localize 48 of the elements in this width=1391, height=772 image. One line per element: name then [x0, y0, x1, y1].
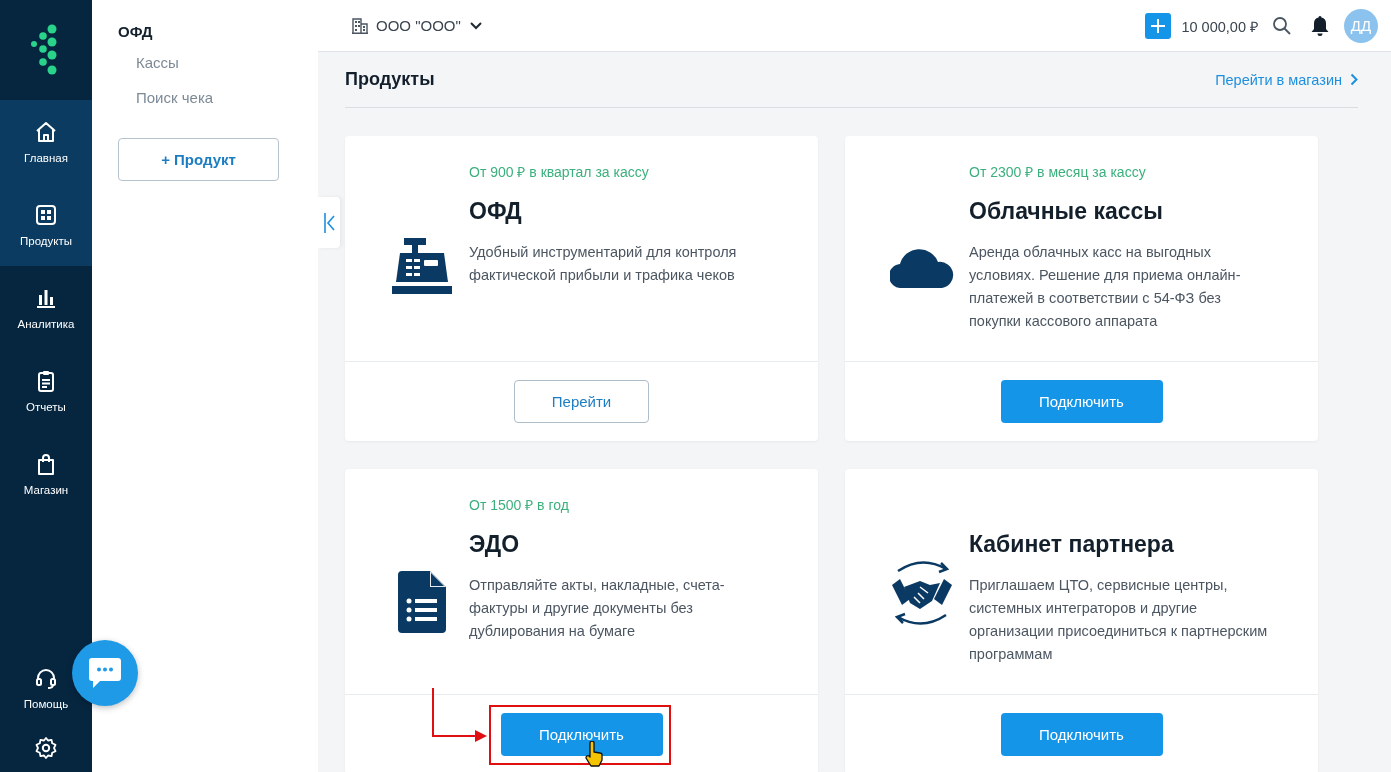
card-title: Облачные кассы: [969, 198, 1164, 225]
home-icon: [34, 119, 58, 144]
card-description: Удобный инструментарий для контроля фактической прибыли и трафика чеков: [469, 243, 738, 285]
card-description: Отправляйте акты, накладные, счета-фактуры и другие документы без дублирования на бумаге: [469, 576, 726, 641]
nav-item[interactable]: Отчеты: [0, 349, 92, 432]
headset-icon: [34, 666, 58, 690]
nav-item[interactable]: Продукты: [0, 183, 92, 266]
hand-cursor-icon: [584, 741, 604, 767]
nav-item[interactable]: Магазин: [0, 432, 92, 515]
collapse-sidebar-tab[interactable]: [318, 197, 340, 248]
card-title: ЭДО: [469, 531, 521, 558]
cloud-icon: [890, 246, 954, 288]
building-icon: [352, 17, 368, 34]
section-title: ОФД: [118, 23, 154, 40]
chevron-right-icon: [1350, 73, 1358, 86]
settings-icon[interactable]: [34, 736, 58, 760]
connect-button[interactable]: Подключить: [1000, 380, 1163, 423]
add-product-button[interactable]: + Продукт: [118, 138, 279, 181]
cash-register-icon: [392, 238, 452, 294]
price-label: От 2300 ₽ в месяц за кассу: [969, 163, 1147, 180]
chevron-down-icon: [468, 20, 483, 31]
company-name: ООО "ООО": [376, 17, 461, 34]
nav-item[interactable]: Главная: [0, 100, 92, 183]
search-icon[interactable]: [1272, 15, 1292, 36]
company-selector[interactable]: ООО "ООО": [348, 13, 487, 38]
document-icon: [398, 571, 446, 633]
sidebar-link[interactable]: Поиск чека: [136, 89, 292, 106]
top-up-button[interactable]: [1145, 12, 1172, 39]
nav-item[interactable]: Помощь: [23, 666, 69, 736]
card-title: ОФД: [469, 198, 523, 225]
connect-button[interactable]: Подключить: [500, 713, 663, 756]
collapse-icon: [323, 211, 335, 234]
price-label: От 1500 ₽ в год: [469, 496, 570, 513]
connect-button[interactable]: Подключить: [1000, 713, 1163, 756]
card-title: Кабинет партнера: [969, 531, 1175, 558]
grid-icon: [34, 202, 58, 227]
sidebar-link[interactable]: Кассы: [136, 54, 292, 71]
page-title: Продукты: [345, 69, 435, 90]
plus-icon: [1151, 18, 1166, 33]
go-button[interactable]: Перейти: [514, 380, 649, 423]
balance-amount: 10 000,00 ₽: [1181, 17, 1258, 36]
nav-item[interactable]: Аналитика: [0, 266, 92, 349]
price-label: От 900 ₽ в квартал за кассу: [469, 163, 650, 180]
store-link[interactable]: Перейти в магазин: [1215, 71, 1358, 88]
bell-icon[interactable]: [1310, 14, 1330, 37]
card-description: Приглашаем ЦТО, сервисные центры, системных интеграторов и другие организации присоединиться к партнерским программам: [969, 576, 1269, 664]
chat-bubble-icon: [88, 657, 122, 689]
card-description: Аренда облачных касс на выгодных условиях. Решение для приема онлайн-платежей в соответствии с 54-ФЗ без покупки кассового аппарата: [969, 243, 1242, 331]
